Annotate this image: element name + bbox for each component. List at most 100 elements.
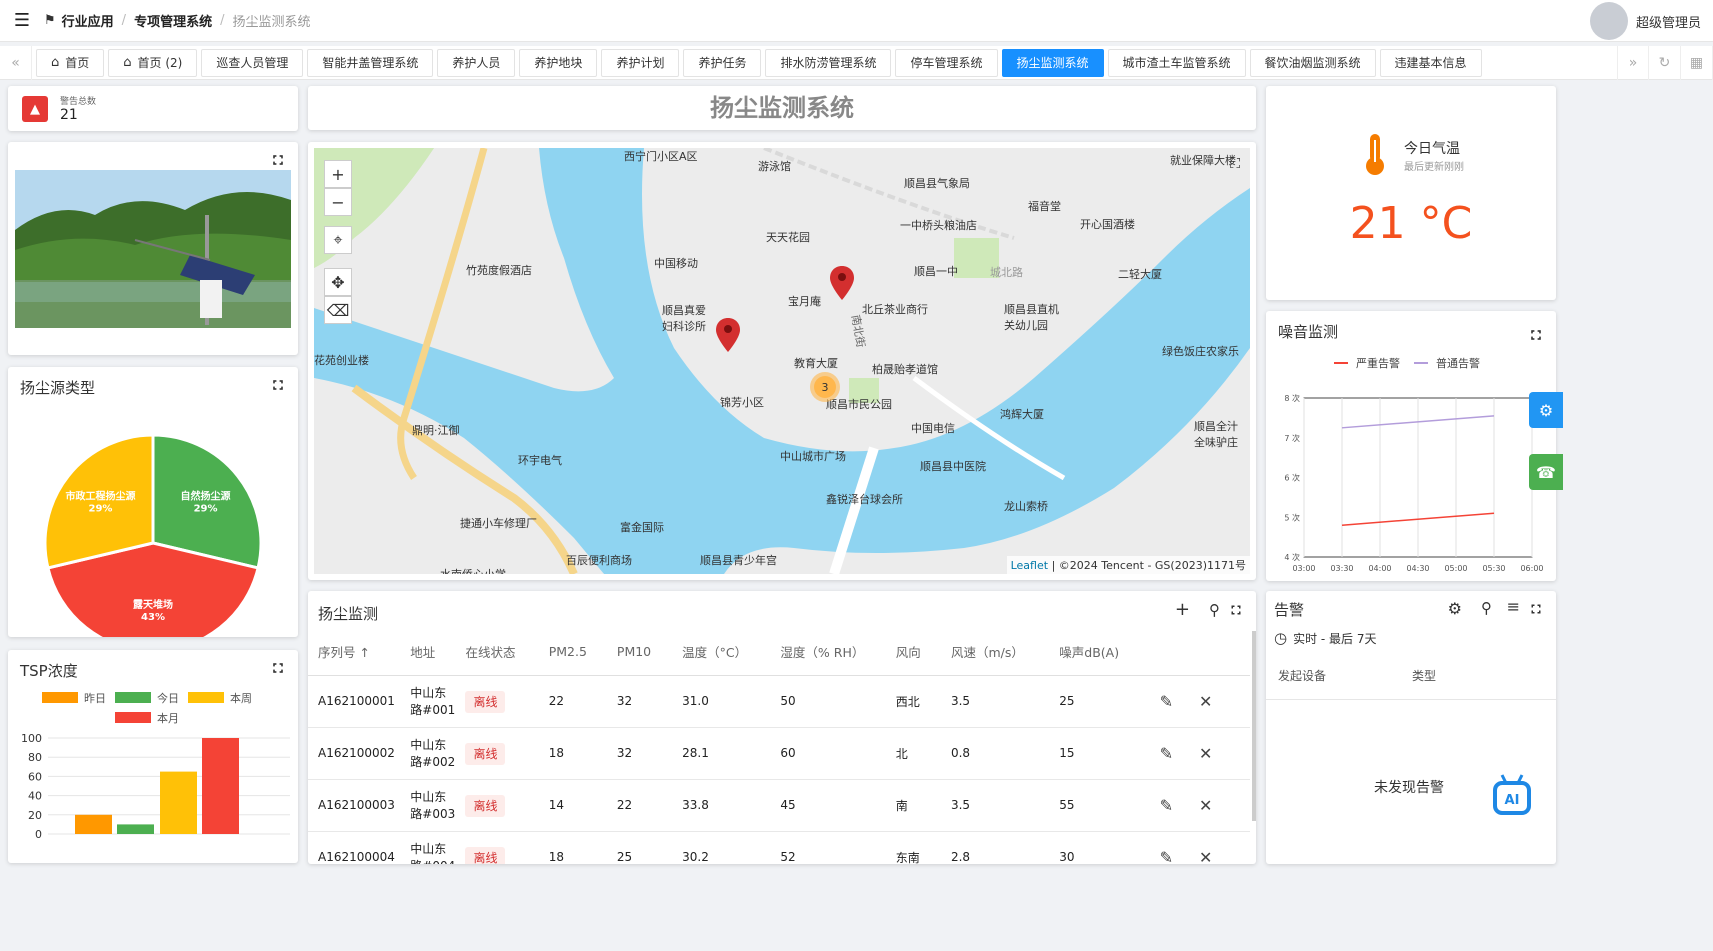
leaflet-link[interactable]: Leaflet (1011, 559, 1048, 572)
search-icon[interactable]: ⚲ (1481, 599, 1492, 617)
marker-cluster[interactable]: 3 (810, 372, 840, 402)
grid-menu-icon[interactable]: ▦ (1681, 45, 1713, 80)
delete-icon[interactable]: ✕ (1199, 692, 1212, 711)
time-filter[interactable]: ◷ 实时 - 最后 7天 (1274, 629, 1377, 647)
tab-0[interactable]: 首页 (36, 48, 105, 77)
tab-6[interactable]: 养护计划 (601, 48, 680, 77)
edit-icon[interactable]: ✎ (1160, 796, 1173, 815)
tab-9[interactable]: 停车管理系统 (895, 48, 998, 77)
column-header: 噪声dB(A) (1049, 629, 1150, 676)
column-header: 湿度（% RH） (770, 629, 886, 676)
tabs-scroll-right-icon[interactable]: » (1617, 45, 1649, 80)
table-row[interactable]: A162100003 中山东 路#003 离线 14 22 33.8 45 南 3… (308, 779, 1250, 832)
status-badge: 离线 (465, 846, 506, 864)
map-poi: 百辰便利商场 (566, 554, 632, 567)
temperature-subtitle: 最后更新刚刚 (1404, 162, 1464, 173)
breadcrumb-item-industry[interactable]: 行业应用 (62, 11, 114, 30)
edit-icon[interactable]: ✎ (1160, 848, 1173, 865)
tab-7[interactable]: 养护任务 (683, 48, 762, 77)
table-row[interactable]: A162100001 中山东 路#001 离线 22 32 31.0 50 西北 … (308, 675, 1250, 728)
cell-pm10: 25 (606, 831, 673, 864)
noise-card: 噪音监测 严重告警 普通告警 8 次 7 次 6 次 5 次 4 次 03:00 03:30 04… (1266, 311, 1556, 581)
tabs-scroll-left-icon[interactable]: « (0, 45, 32, 80)
tab-1[interactable]: 首页 (2) (108, 48, 198, 77)
move-tool-icon[interactable]: ✥ (324, 268, 352, 296)
tab-3[interactable]: 智能井盖管理系统 (307, 48, 434, 77)
cell-pm25: 18 (538, 727, 607, 780)
x-tick-label: 04:30 (1406, 564, 1429, 573)
fullscreen-icon[interactable] (1230, 604, 1242, 616)
fullscreen-icon[interactable] (272, 662, 284, 674)
support-float-button[interactable]: ☎ (1529, 454, 1563, 490)
eraser-tool-icon[interactable]: ⌫ (324, 296, 352, 324)
marker-tool-icon[interactable]: ⌖ (324, 226, 352, 254)
y-tick-label: 20 (28, 809, 42, 822)
fullscreen-icon[interactable] (272, 154, 284, 166)
cell-pm25: 22 (538, 675, 607, 728)
map-marker-icon[interactable] (716, 318, 740, 352)
delete-icon[interactable]: ✕ (1199, 796, 1212, 815)
table-row[interactable]: A162100004 中山东路#004 离线 18 25 30.2 52 东南 … (308, 831, 1250, 864)
legend-swatch (42, 692, 78, 703)
delete-icon[interactable]: ✕ (1199, 744, 1212, 763)
filter-icon[interactable]: ≡ (1507, 597, 1520, 616)
edit-icon[interactable]: ✎ (1160, 692, 1173, 711)
tab-10[interactable]: 扬尘监测系统 (1001, 48, 1104, 77)
refresh-icon[interactable]: ↻ (1649, 45, 1681, 80)
tab-2[interactable]: 巡查人员管理 (201, 48, 304, 77)
column-header[interactable]: 序列号 ↑ (308, 629, 401, 676)
user-menu[interactable]: 超级管理员 (1589, 2, 1701, 40)
tab-11[interactable]: 城市渣土车监管系统 (1107, 48, 1246, 77)
add-icon[interactable]: + (1175, 599, 1190, 620)
fullscreen-icon[interactable] (1530, 329, 1542, 341)
cell-pm10: 32 (606, 675, 673, 728)
user-name[interactable]: 超级管理员 (1636, 12, 1701, 31)
map-poi: 龙山索桥 (1004, 500, 1048, 513)
legend-label: 本月 (157, 711, 179, 725)
avatar[interactable] (1589, 2, 1628, 40)
map-poi: 北丘茶业商行 (862, 303, 928, 316)
delete-icon[interactable]: ✕ (1199, 848, 1212, 865)
tab-bar: « 首页首页 (2)巡查人员管理智能井盖管理系统养护人员养护地块养护计划养护任务… (0, 45, 1713, 80)
temperature-value: 21 °C (1349, 198, 1473, 249)
tab-8[interactable]: 排水防涝管理系统 (765, 48, 892, 77)
cell-wind-dir: 西北 (885, 675, 941, 728)
legend-label: 昨日 (84, 692, 106, 705)
settings-float-button[interactable]: ⚙ (1529, 392, 1563, 428)
settings-icon[interactable]: ⚙ (1448, 599, 1462, 618)
map-fullscreen-icon[interactable]: ⛶ (1230, 156, 1240, 172)
zoom-out-button[interactable]: − (324, 188, 352, 216)
dust-type-pie-chart: 自然扬尘源29%露天堆场43%市政工程扬尘源29% (43, 433, 263, 637)
table-row[interactable]: A162100002 中山东 路#002 离线 18 32 28.1 60 北 0… (308, 727, 1250, 780)
status-badge: 离线 (465, 742, 506, 765)
tab-13[interactable]: 违建基本信息 (1379, 48, 1482, 77)
tab-5[interactable]: 养护地块 (519, 48, 598, 77)
fullscreen-icon[interactable] (1530, 603, 1542, 615)
map-marker-icon[interactable] (830, 266, 854, 300)
y-tick-label: 4 次 (1284, 552, 1300, 562)
breadcrumb-item-special[interactable]: 专项管理系统 (134, 11, 212, 30)
x-tick-label: 04:00 (1368, 564, 1391, 573)
edit-icon[interactable]: ✎ (1160, 744, 1173, 763)
col-device: 发起设备 (1278, 669, 1327, 683)
cell-noise: 25 (1049, 675, 1150, 728)
table-scrollbar[interactable] (1252, 631, 1256, 821)
site-photo-card (8, 142, 298, 355)
column-header: PM10 (606, 629, 673, 676)
map-poi: 顺昌真爱妇科诊所 (662, 304, 706, 333)
breadcrumb-item-current: 扬尘监测系统 (232, 15, 311, 30)
cell-noise: 30 (1049, 831, 1150, 864)
tsp-bar (202, 738, 239, 834)
cluster-count: 3 (814, 376, 836, 398)
fullscreen-icon[interactable] (272, 379, 284, 391)
alarm-total-value: 21 (60, 107, 78, 123)
y-tick-label: 80 (28, 751, 42, 764)
search-icon[interactable]: ⚲ (1209, 601, 1220, 619)
tab-12[interactable]: 餐饮油烟监测系统 (1249, 48, 1376, 77)
cell-pm10: 22 (606, 779, 673, 832)
temperature-card: 今日气温 最后更新刚刚 21 °C (1266, 86, 1556, 300)
menu-icon[interactable]: ☰ (0, 10, 44, 31)
map[interactable]: 西宁门小区A区 游泳馆 顺昌县气象局 就业保障大楼 福音堂 一中桥头粮油店 天天… (314, 148, 1250, 574)
zoom-in-button[interactable]: + (324, 160, 352, 188)
tab-4[interactable]: 养护人员 (437, 48, 516, 77)
